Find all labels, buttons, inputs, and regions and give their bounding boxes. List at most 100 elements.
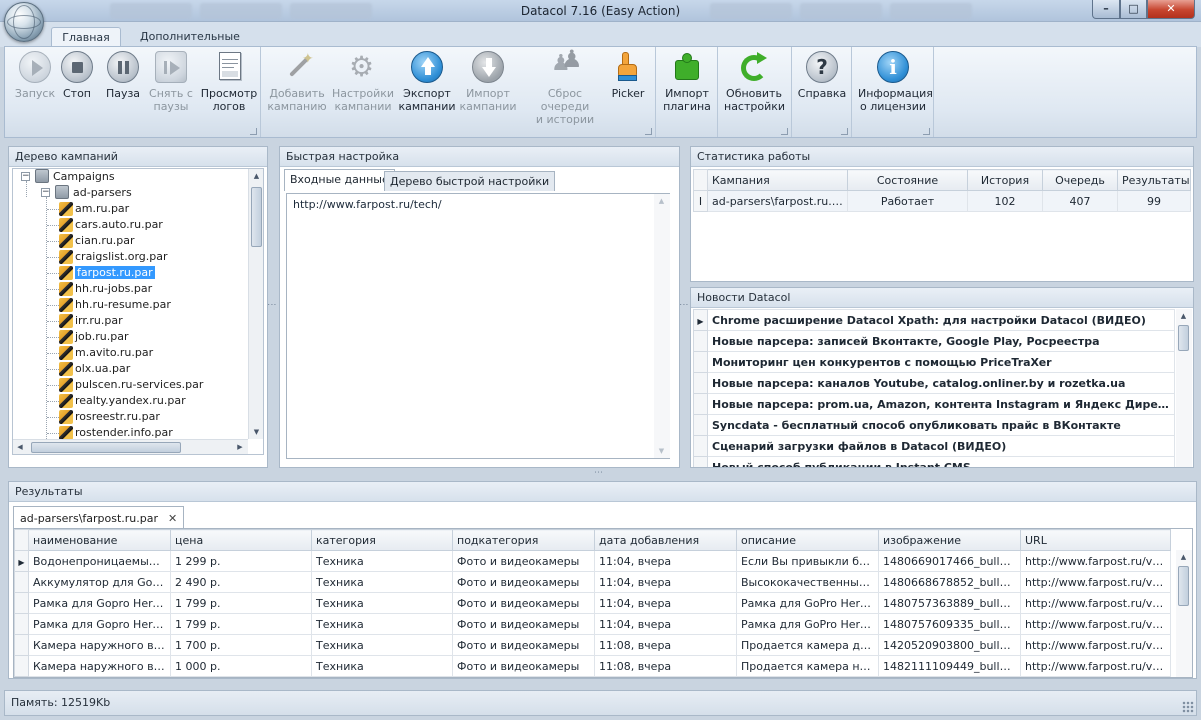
- news-item[interactable]: Новые парсера: записей Вконтакте, Google…: [693, 330, 1175, 352]
- view-logs-button[interactable]: Просмотр логов: [199, 51, 259, 127]
- tree-node-campaign[interactable]: farpost.ru.par: [59, 265, 155, 281]
- news-item-title[interactable]: Новые парсера: каналов Youtube, catalog.…: [707, 372, 1175, 394]
- column-header-state[interactable]: Состояние: [847, 169, 968, 191]
- tab-main[interactable]: Главная: [51, 27, 121, 47]
- result-cell-subcategory[interactable]: Фото и видеокамеры: [452, 613, 595, 635]
- news-item-title[interactable]: Новый способ публикации в Instant CMS: [707, 456, 1175, 467]
- result-cell-image[interactable]: 1480669017466_bulletin...: [878, 550, 1021, 572]
- column-header-description[interactable]: описание: [736, 529, 879, 551]
- column-header-name[interactable]: наименование: [28, 529, 171, 551]
- column-header-price[interactable]: цена: [170, 529, 312, 551]
- reset-queue-button[interactable]: ♟ ♟ Сброс очереди и истории: [522, 47, 608, 127]
- scroll-up-icon[interactable]: ▲: [1176, 309, 1191, 323]
- stats-campaign-cell[interactable]: ad-parsers\farpost.ru.par: [707, 190, 848, 212]
- result-cell-url[interactable]: http://www.farpost.ru/vla...: [1020, 550, 1171, 572]
- tab-quick-setup-tree[interactable]: Дерево быстрой настройки: [384, 171, 556, 191]
- tree-node-campaign[interactable]: job.ru.par: [59, 329, 129, 345]
- table-row[interactable]: Камера наружного виде... 1 000 р. Техника Ф…: [14, 655, 1171, 677]
- result-cell-price[interactable]: 1 799 р.: [170, 613, 312, 635]
- tree-node-campaign[interactable]: craigslist.org.par: [59, 249, 168, 265]
- result-cell-image[interactable]: 1480668678852_bulletin...: [878, 571, 1021, 593]
- vertical-splitter[interactable]: ⋮: [266, 300, 276, 308]
- result-cell-url[interactable]: http://www.farpost.ru/vla...: [1020, 655, 1171, 677]
- import-plugin-button[interactable]: Импорт плагина: [657, 51, 717, 127]
- result-cell-date-added[interactable]: 11:04, вчера: [594, 613, 737, 635]
- result-cell-description[interactable]: Если Вы привыкли брат...: [736, 550, 879, 572]
- scroll-up-icon[interactable]: ▲: [654, 194, 669, 208]
- import-campaign-button[interactable]: Импорт кампании: [458, 51, 518, 127]
- result-cell-url[interactable]: http://www.farpost.ru/vla...: [1020, 613, 1171, 635]
- tree-node-root[interactable]: Campaigns: [35, 169, 115, 185]
- scroll-right-icon[interactable]: ▶: [233, 440, 247, 454]
- tree-node-campaign[interactable]: am.ru.par: [59, 201, 129, 217]
- tree-node-campaign[interactable]: irr.ru.par: [59, 313, 123, 329]
- scroll-up-icon[interactable]: ▲: [1176, 550, 1191, 564]
- result-cell-subcategory[interactable]: Фото и видеокамеры: [452, 655, 595, 677]
- news-item-title[interactable]: Сценарий загрузки файлов в Datacol (ВИДЕ…: [707, 435, 1175, 457]
- column-header-queue[interactable]: Очередь: [1042, 169, 1118, 191]
- stats-state-cell[interactable]: Работает: [847, 190, 968, 212]
- result-cell-subcategory[interactable]: Фото и видеокамеры: [452, 550, 595, 572]
- result-cell-url[interactable]: http://www.farpost.ru/vla...: [1020, 634, 1171, 656]
- help-button[interactable]: ? Справка: [792, 51, 852, 127]
- result-cell-date-added[interactable]: 11:04, вчера: [594, 592, 737, 614]
- tree-node-campaign[interactable]: cian.ru.par: [59, 233, 135, 249]
- scroll-down-icon[interactable]: ▼: [654, 444, 669, 458]
- scroll-thumb[interactable]: [1178, 566, 1189, 606]
- scroll-thumb[interactable]: [251, 187, 262, 247]
- news-item[interactable]: Мониторинг цен конкурентов с помощью Pri…: [693, 351, 1175, 373]
- update-settings-button[interactable]: Обновить настройки: [724, 51, 785, 127]
- result-cell-price[interactable]: 1 000 р.: [170, 655, 312, 677]
- group-launcher-icon[interactable]: [645, 128, 652, 135]
- stats-queue-cell[interactable]: 407: [1042, 190, 1118, 212]
- column-header-url[interactable]: URL: [1020, 529, 1171, 551]
- result-cell-subcategory[interactable]: Фото и видеокамеры: [452, 571, 595, 593]
- group-launcher-icon[interactable]: [923, 128, 930, 135]
- news-item-title[interactable]: Новые парсера: записей Вконтакте, Google…: [707, 330, 1175, 352]
- scroll-left-icon[interactable]: ◀: [13, 440, 27, 454]
- campaign-settings-button[interactable]: ⚙ Настройки кампании: [331, 51, 395, 127]
- result-cell-url[interactable]: http://www.farpost.ru/vla...: [1020, 571, 1171, 593]
- news-item-title[interactable]: Мониторинг цен конкурентов с помощью Pri…: [707, 351, 1175, 373]
- result-cell-price[interactable]: 1 299 р.: [170, 550, 312, 572]
- result-cell-price[interactable]: 1 799 р.: [170, 592, 312, 614]
- news-item[interactable]: Syncdata - бесплатный способ опубликоват…: [693, 414, 1175, 436]
- column-header-date-added[interactable]: дата добавления: [594, 529, 737, 551]
- table-row[interactable]: ▶ Водонепроницаемый бо... 1 299 р. Техника Ф…: [14, 550, 1171, 572]
- unpause-button[interactable]: Снять с паузы: [141, 51, 201, 127]
- group-launcher-icon[interactable]: [841, 128, 848, 135]
- result-cell-subcategory[interactable]: Фото и видеокамеры: [452, 634, 595, 656]
- tree-node-campaign[interactable]: cars.auto.ru.par: [59, 217, 163, 233]
- tree-node-campaign[interactable]: realty.yandex.ru.par: [59, 393, 186, 409]
- news-item-title[interactable]: Chrome расширение Datacol Xpath: для нас…: [707, 309, 1175, 331]
- news-item[interactable]: Сценарий загрузки файлов в Datacol (ВИДЕ…: [693, 435, 1175, 457]
- export-campaign-button[interactable]: Экспорт кампании: [397, 51, 457, 127]
- textarea-scrollbar[interactable]: ▲ ▼: [654, 194, 670, 458]
- result-cell-date-added[interactable]: 11:08, вчера: [594, 655, 737, 677]
- close-button[interactable]: ✕: [1147, 0, 1195, 19]
- result-cell-category[interactable]: Техника: [311, 550, 453, 572]
- group-launcher-icon[interactable]: [250, 128, 257, 135]
- tab-additional[interactable]: Дополнительные: [130, 27, 250, 47]
- scroll-down-icon[interactable]: ▼: [249, 425, 263, 439]
- result-cell-category[interactable]: Техника: [311, 634, 453, 656]
- table-row[interactable]: Рамка для Gopro Hero 5,... 1 799 р. Техник…: [14, 613, 1171, 635]
- column-header-category[interactable]: категория: [311, 529, 453, 551]
- result-cell-description[interactable]: Рамка для GoPro Hero 5 ...: [736, 613, 879, 635]
- tree-node-folder[interactable]: ad-parsers: [55, 185, 132, 201]
- tree-vertical-scrollbar[interactable]: ▲ ▼: [248, 169, 263, 439]
- result-cell-name[interactable]: Камера наружного виде...: [28, 634, 171, 656]
- stats-results-cell[interactable]: 99: [1117, 190, 1191, 212]
- scroll-thumb[interactable]: [31, 442, 181, 453]
- scroll-thumb[interactable]: [1178, 325, 1189, 351]
- table-row[interactable]: Аккумулятор для Gopro ... 2 490 р. Техника…: [14, 571, 1171, 593]
- result-cell-name[interactable]: Камера наружного виде...: [28, 655, 171, 677]
- close-tab-icon[interactable]: ✕: [168, 512, 177, 525]
- result-cell-description[interactable]: Продается камера нару...: [736, 655, 879, 677]
- group-launcher-icon[interactable]: [781, 128, 788, 135]
- result-cell-date-added[interactable]: 11:08, вчера: [594, 634, 737, 656]
- tree-node-campaign[interactable]: olx.ua.par: [59, 361, 130, 377]
- stats-history-cell[interactable]: 102: [967, 190, 1043, 212]
- tab-input-data[interactable]: Входные данные: [284, 169, 395, 191]
- table-row[interactable]: I ad-parsers\farpost.ru.par Работает 102…: [693, 190, 1191, 212]
